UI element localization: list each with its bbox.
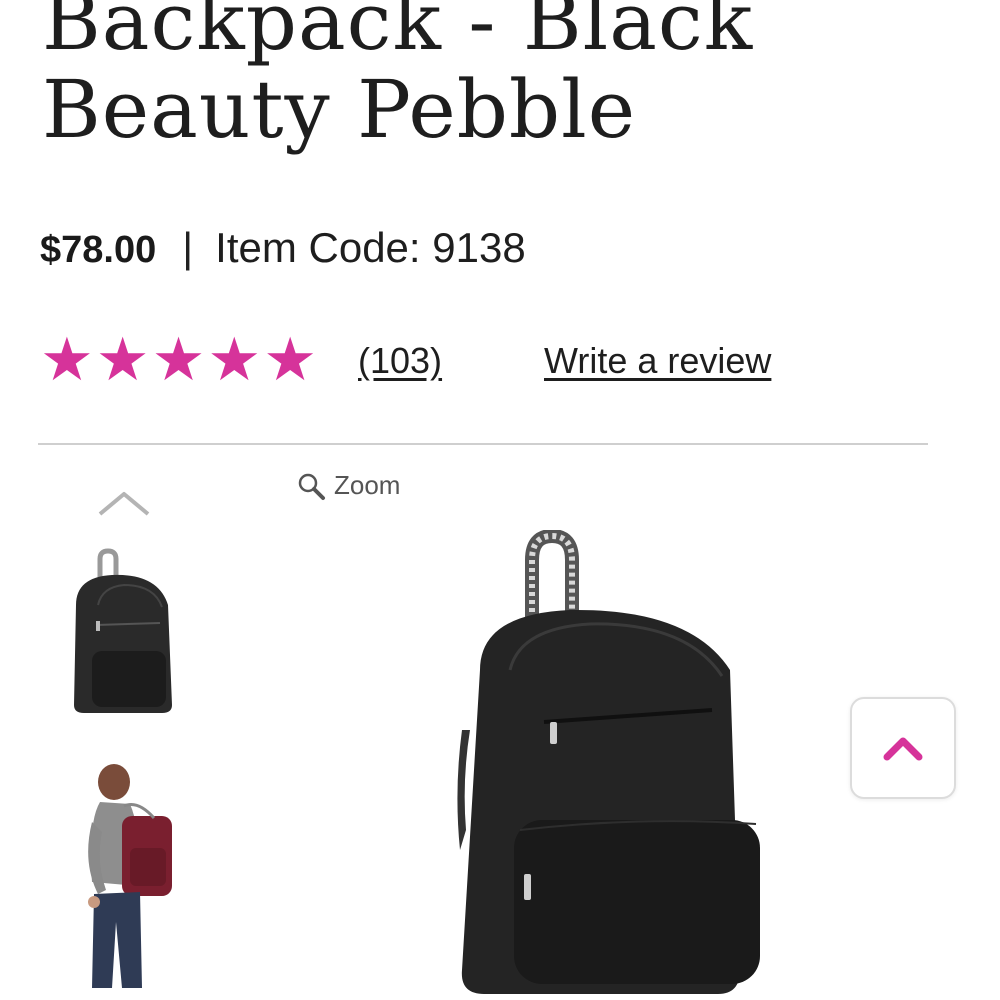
star-icon: ★ <box>207 326 262 393</box>
star-rating: ★ ★ ★ ★ ★ <box>40 330 317 390</box>
product-title-line1: Backpack - Black <box>42 0 754 68</box>
product-price: $78.00 <box>40 229 157 271</box>
write-review-link[interactable]: Write a review <box>544 340 771 382</box>
star-icon: ★ <box>95 326 150 393</box>
meta-separator: | <box>182 224 194 271</box>
magnifier-icon <box>298 473 325 500</box>
rating-row: ★ ★ ★ ★ ★ (103) Write a review <box>40 330 940 390</box>
zoom-button[interactable]: Zoom <box>296 470 400 501</box>
item-code: Item Code: 9138 <box>215 224 526 271</box>
thumbnail-backpack-black[interactable] <box>62 545 182 720</box>
chevron-up-icon <box>883 737 923 761</box>
star-icon: ★ <box>151 326 206 393</box>
star-icon: ★ <box>263 326 317 393</box>
thumbnail-backpack-worn[interactable] <box>78 762 178 990</box>
divider <box>38 443 928 445</box>
zoom-label: Zoom <box>334 470 401 500</box>
product-title: Backpack - Black Beauty Pebble <box>42 0 753 154</box>
review-count-link[interactable]: (103) <box>358 340 442 382</box>
star-icon: ★ <box>40 326 94 393</box>
product-meta: $78.00 | Item Code: 9138 <box>40 220 526 278</box>
main-product-image <box>457 530 760 994</box>
thumbnail-scroll-up-icon[interactable] <box>96 488 152 518</box>
product-title-line2: Beauty Pebble <box>42 63 637 156</box>
back-to-top-button[interactable] <box>850 697 956 799</box>
